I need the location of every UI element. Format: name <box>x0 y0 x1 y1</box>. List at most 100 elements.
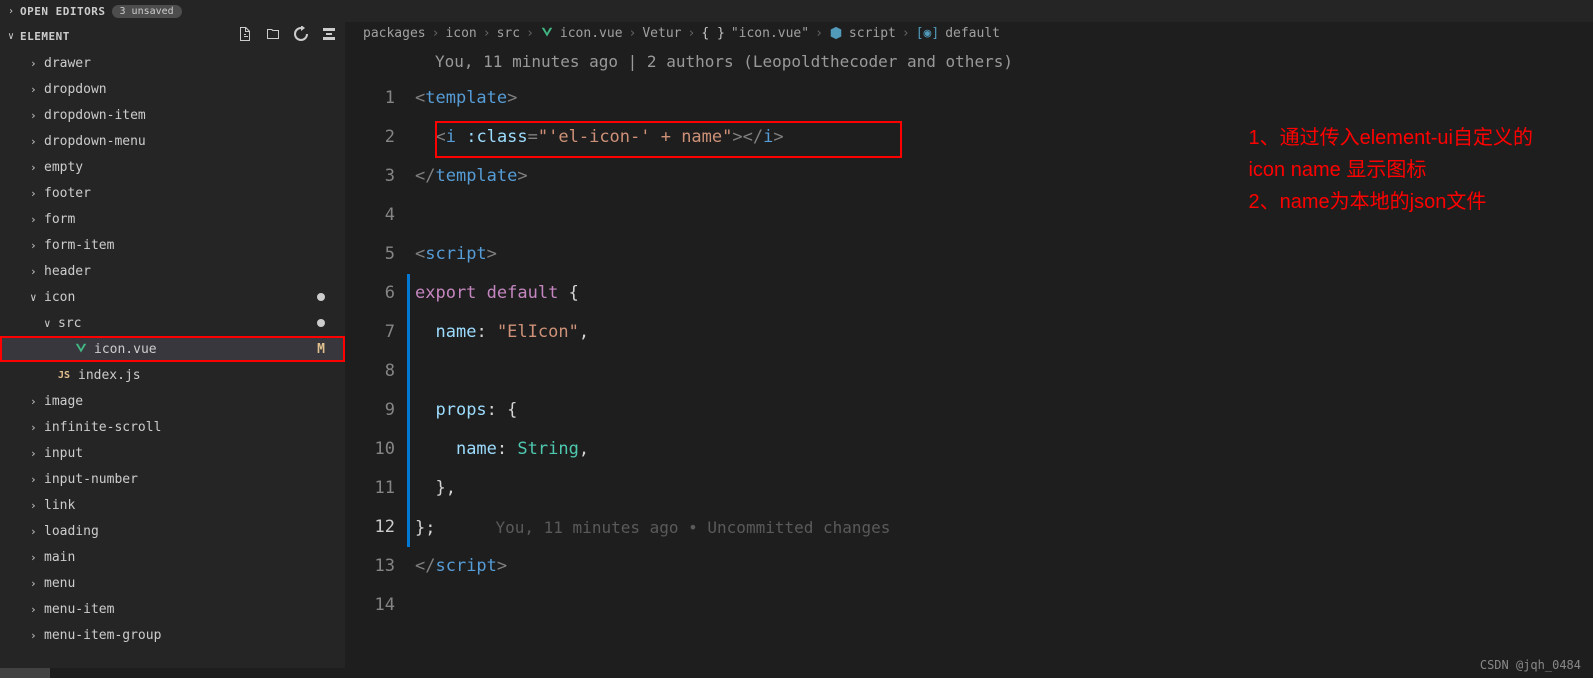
breadcrumb-item[interactable]: Vetur <box>642 26 681 41</box>
tree-item-footer[interactable]: ›footer <box>0 180 345 206</box>
breadcrumb-item[interactable]: "icon.vue" <box>731 26 809 41</box>
tree-item-label: image <box>44 394 83 409</box>
tree-item-src[interactable]: ∨src <box>0 310 345 336</box>
line-number: 3 <box>345 157 395 196</box>
tree-item-menu-item[interactable]: ›menu-item <box>0 596 345 622</box>
tree-item-label: input <box>44 446 83 461</box>
chevron-icon: › <box>30 603 44 616</box>
chevron-down-icon: ∨ <box>8 31 14 42</box>
file-tree: ›drawer›dropdown›dropdown-item›dropdown-… <box>0 50 345 668</box>
open-editors-label: OPEN EDITORS <box>20 5 105 18</box>
chevron-icon: › <box>30 161 44 174</box>
chevron-icon: › <box>30 265 44 278</box>
new-file-icon[interactable] <box>237 26 253 46</box>
tree-item-main[interactable]: ›main <box>0 544 345 570</box>
tree-item-header[interactable]: ›header <box>0 258 345 284</box>
tree-item-form-item[interactable]: ›form-item <box>0 232 345 258</box>
sidebar-title: ELEMENT <box>20 30 237 43</box>
line-number: 6 <box>345 274 395 313</box>
git-blame-header: You, 11 minutes ago | 2 authors (Leopold… <box>345 44 1593 79</box>
tree-item-input[interactable]: ›input <box>0 440 345 466</box>
line-number: 1 <box>345 79 395 118</box>
tree-item-dropdown-item[interactable]: ›dropdown-item <box>0 102 345 128</box>
tree-item-label: dropdown-menu <box>44 134 146 149</box>
breadcrumb-item[interactable]: icon.vue <box>560 26 623 41</box>
tree-item-input-number[interactable]: ›input-number <box>0 466 345 492</box>
chevron-icon: ∨ <box>44 317 58 330</box>
breadcrumb-item[interactable]: packages <box>363 26 426 41</box>
tree-item-label: header <box>44 264 91 279</box>
chevron-icon: › <box>30 629 44 642</box>
tree-item-loading[interactable]: ›loading <box>0 518 345 544</box>
line-number: 8 <box>345 352 395 391</box>
line-number: 14 <box>345 586 395 625</box>
chevron-icon: › <box>30 421 44 434</box>
modified-dot-icon <box>317 319 325 327</box>
module-icon <box>829 26 843 40</box>
tree-item-label: main <box>44 550 75 565</box>
vue-icon <box>540 26 554 40</box>
tree-item-label: footer <box>44 186 91 201</box>
tree-item-label: form <box>44 212 75 227</box>
tree-item-dropdown-menu[interactable]: ›dropdown-menu <box>0 128 345 154</box>
tree-item-label: menu-item-group <box>44 628 161 643</box>
tree-item-label: dropdown <box>44 82 107 97</box>
open-editors-section[interactable]: › OPEN EDITORS 3 unsaved <box>0 0 182 22</box>
line-number: 7 <box>345 313 395 352</box>
tree-item-icon-vue[interactable]: icon.vueM <box>0 336 345 362</box>
tree-item-label: loading <box>44 524 99 539</box>
tree-item-dropdown[interactable]: ›dropdown <box>0 76 345 102</box>
braces-icon: { } <box>701 26 724 41</box>
tree-item-drawer[interactable]: ›drawer <box>0 50 345 76</box>
refresh-icon[interactable] <box>293 26 309 46</box>
unsaved-badge: 3 unsaved <box>112 5 182 18</box>
line-number: 4 <box>345 196 395 235</box>
tree-item-label: menu-item <box>44 602 114 617</box>
breadcrumb-item[interactable]: icon <box>445 26 476 41</box>
tree-item-label: infinite-scroll <box>44 420 161 435</box>
tree-item-label: input-number <box>44 472 138 487</box>
tree-item-infinite-scroll[interactable]: ›infinite-scroll <box>0 414 345 440</box>
tree-item-label: drawer <box>44 56 91 71</box>
chevron-icon: › <box>30 213 44 226</box>
tree-item-label: menu <box>44 576 75 591</box>
sidebar-header[interactable]: ∨ ELEMENT <box>0 22 345 50</box>
tree-item-icon[interactable]: ∨icon <box>0 284 345 310</box>
tree-item-index-js[interactable]: JSindex.js <box>0 362 345 388</box>
new-folder-icon[interactable] <box>265 26 281 46</box>
tree-item-menu-item-group[interactable]: ›menu-item-group <box>0 622 345 648</box>
tree-item-label: empty <box>44 160 83 175</box>
modified-dot-icon <box>317 293 325 301</box>
breadcrumb-item[interactable]: script <box>849 26 896 41</box>
chevron-icon: › <box>30 551 44 564</box>
chevron-icon: › <box>30 395 44 408</box>
line-number: 9 <box>345 391 395 430</box>
watermark: CSDN @jqh_0484 <box>1480 658 1581 672</box>
line-number: 5 <box>345 235 395 274</box>
chevron-icon: › <box>30 473 44 486</box>
chevron-icon: › <box>30 577 44 590</box>
tree-item-image[interactable]: ›image <box>0 388 345 414</box>
chevron-icon: › <box>30 187 44 200</box>
scrollbar-horizontal[interactable] <box>0 668 345 678</box>
chevron-icon: › <box>30 135 44 148</box>
chevron-icon: › <box>30 499 44 512</box>
annotation-line: icon name 显示图标 <box>1248 154 1533 186</box>
line-number: 13 <box>345 547 395 586</box>
annotation-line: 2、name为本地的json文件 <box>1248 186 1533 218</box>
breadcrumb-item[interactable]: default <box>945 26 1000 41</box>
tree-item-link[interactable]: ›link <box>0 492 345 518</box>
tree-item-empty[interactable]: ›empty <box>0 154 345 180</box>
collapse-icon[interactable] <box>321 26 337 46</box>
tree-item-menu[interactable]: ›menu <box>0 570 345 596</box>
line-number: 2 <box>345 118 395 157</box>
breadcrumbs[interactable]: packages› icon› src› icon.vue› Vetur› { … <box>345 22 1593 44</box>
line-number: 12 <box>345 508 395 547</box>
line-number: 10 <box>345 430 395 469</box>
breadcrumb-item[interactable]: src <box>497 26 520 41</box>
sidebar: ∨ ELEMENT ›drawer›dropdown›dropdown-item… <box>0 22 345 678</box>
chevron-icon: ∨ <box>30 291 44 304</box>
chevron-icon: › <box>30 57 44 70</box>
tree-item-form[interactable]: ›form <box>0 206 345 232</box>
tree-item-label: icon.vue <box>94 342 157 357</box>
